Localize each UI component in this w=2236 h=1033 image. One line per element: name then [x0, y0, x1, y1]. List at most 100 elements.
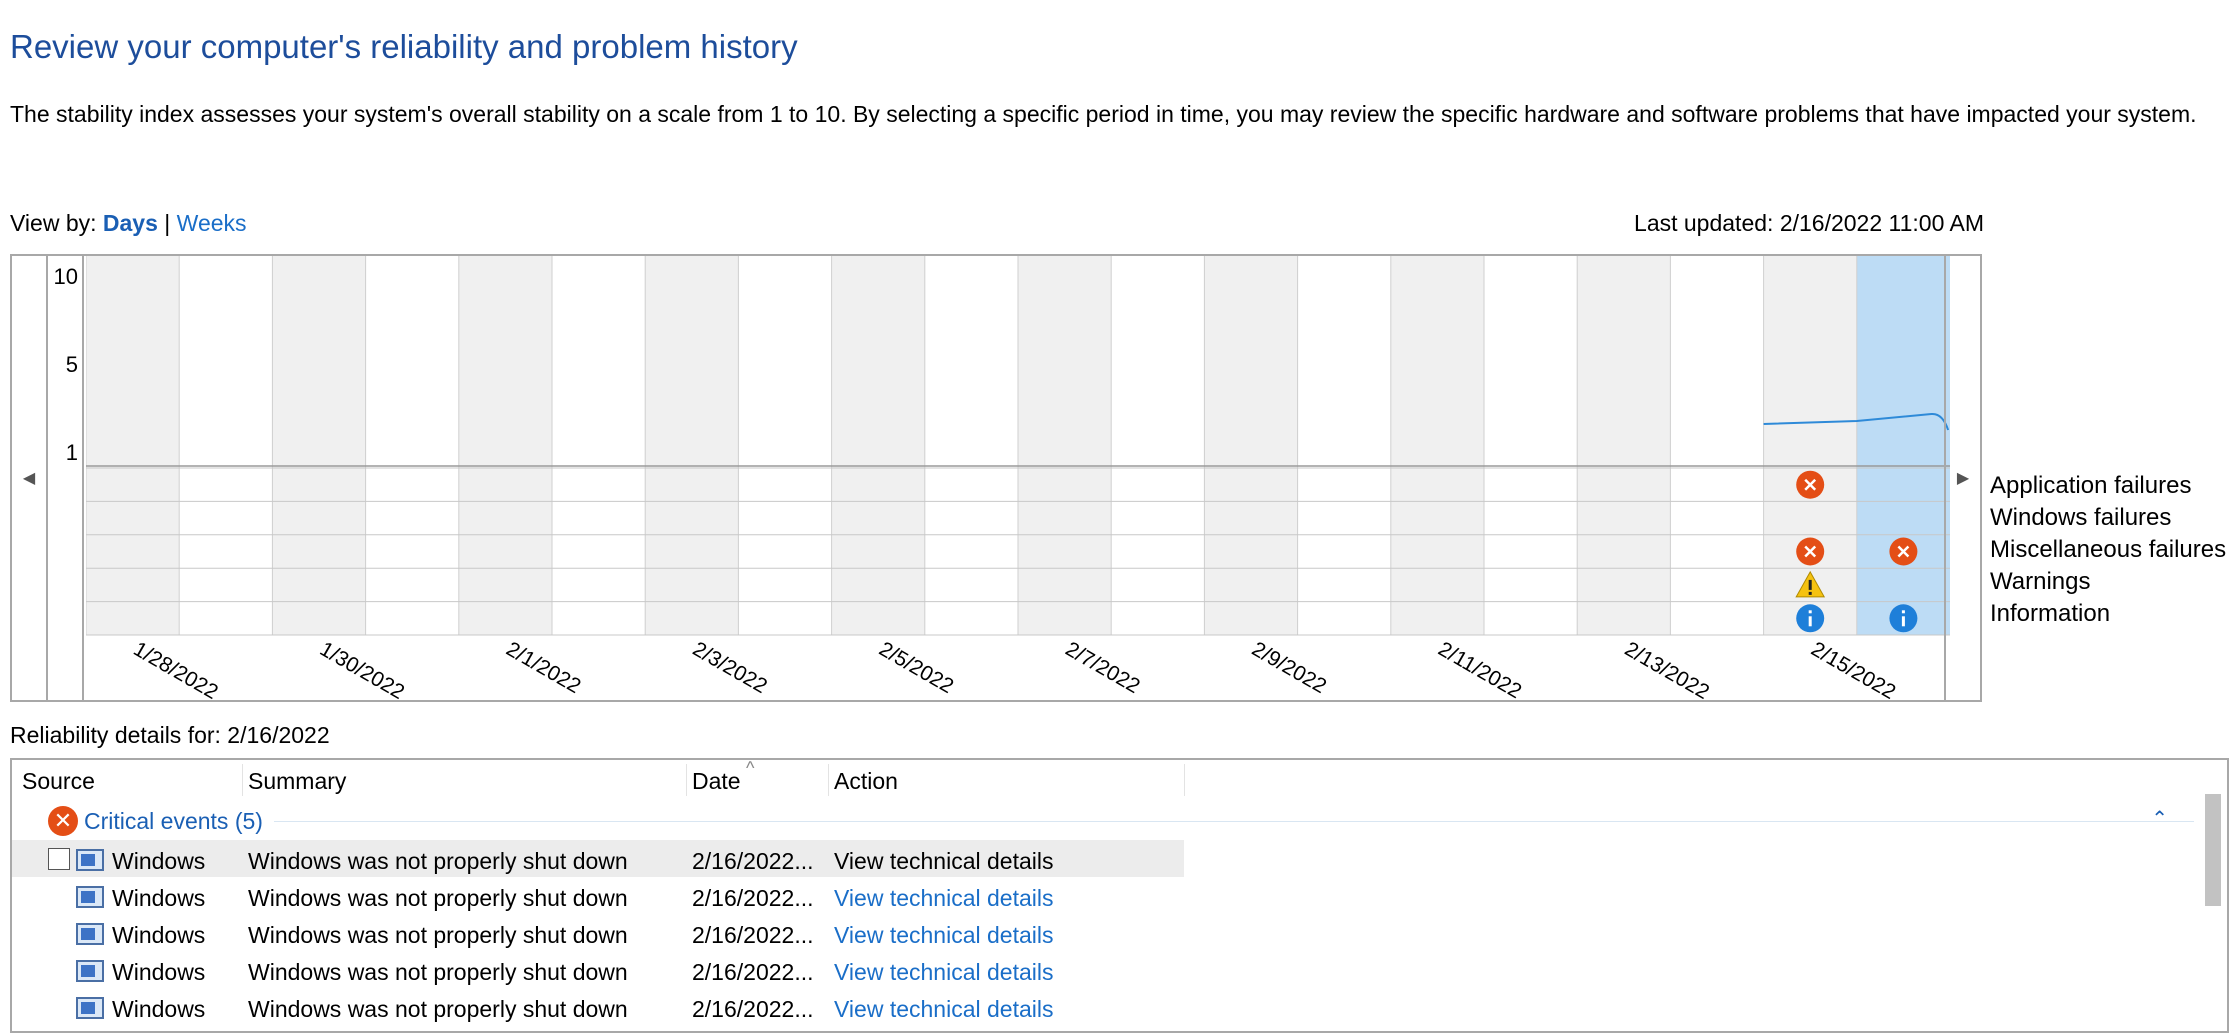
- row-source: Windows: [112, 885, 206, 911]
- chart-grid[interactable]: 1/28/2022 1/30/2022 2/1/2022 2/3/2022 2/5/20…: [86, 256, 1950, 700]
- legend-information: Information: [1990, 600, 2111, 627]
- day-column[interactable]: [272, 256, 366, 635]
- group-critical-events[interactable]: ✕ Critical events (5) ⌃: [12, 800, 2202, 836]
- row-source: Windows: [112, 959, 206, 985]
- last-updated: Last updated: 2/16/2022 11:00 AM: [1634, 210, 1984, 236]
- column-divider: [242, 764, 243, 796]
- page-title: Review your computer's reliability and p…: [10, 28, 798, 65]
- day-column[interactable]: [1577, 256, 1671, 635]
- legend-warnings: Warnings: [1990, 568, 2091, 595]
- view-technical-details-link[interactable]: View technical details: [834, 922, 1053, 949]
- legend-misc-failures: Miscellaneous failures: [1990, 536, 2227, 563]
- details-table: Source Summary Date ^ Action ✕ Critical …: [10, 758, 2229, 1033]
- sort-ascending-icon: ^: [746, 758, 755, 778]
- day-column[interactable]: [1297, 256, 1391, 635]
- view-by-label: View by:: [10, 210, 97, 236]
- page-description: The stability index assesses your system…: [10, 101, 2197, 127]
- day-column[interactable]: [458, 256, 552, 635]
- y-axis: 10 5 1: [48, 256, 84, 700]
- table-row[interactable]: Windows Windows was not properly shut dow…: [12, 951, 1184, 988]
- date-label: 2/5/2022: [875, 637, 957, 698]
- date-label: 1/28/2022: [130, 637, 222, 700]
- windows-source-icon: [76, 960, 104, 982]
- group-divider: [274, 821, 2194, 822]
- day-column[interactable]: [924, 256, 1018, 635]
- info-icon-dot: [1901, 610, 1905, 614]
- col-action[interactable]: Action: [834, 768, 898, 795]
- windows-source-icon: [76, 849, 104, 871]
- y-tick-1: 1: [65, 440, 78, 465]
- table-row[interactable]: Windows Windows was not properly shut dow…: [12, 914, 1184, 951]
- windows-source-icon: [76, 997, 104, 1019]
- col-summary[interactable]: Summary: [248, 768, 346, 795]
- y-tick-5: 5: [65, 352, 78, 377]
- warning-icon-dot: [1808, 591, 1812, 595]
- info-icon-bar: [1901, 616, 1905, 627]
- view-technical-details-link[interactable]: View technical details: [834, 885, 1053, 912]
- view-by-separator: |: [164, 210, 171, 236]
- table-row[interactable]: Windows Windows was not properly shut dow…: [12, 877, 1184, 914]
- day-column[interactable]: [1390, 256, 1484, 635]
- day-column[interactable]: [1484, 256, 1578, 635]
- date-label: 2/3/2022: [689, 637, 771, 698]
- day-column[interactable]: [1856, 256, 1950, 635]
- row-source: Windows: [112, 848, 206, 874]
- warning-icon-bar: [1808, 579, 1812, 590]
- day-column[interactable]: [645, 256, 739, 635]
- date-label: 2/11/2022: [1434, 637, 1525, 700]
- view-technical-details-link[interactable]: View technical details: [834, 848, 1053, 875]
- column-divider: [686, 764, 687, 796]
- day-column[interactable]: [179, 256, 273, 635]
- day-column[interactable]: [1204, 256, 1298, 635]
- column-divider: [828, 764, 829, 796]
- windows-source-icon: [76, 886, 104, 908]
- row-source: Windows: [112, 996, 206, 1022]
- row-summary: Windows was not properly shut down: [248, 922, 628, 948]
- vertical-scrollbar[interactable]: [2203, 794, 2223, 1030]
- date-label: 1/30/2022: [316, 637, 408, 700]
- row-checkbox[interactable]: [48, 848, 70, 870]
- table-header: Source Summary Date ^ Action: [12, 758, 1185, 800]
- row-date: 2/16/2022...: [692, 996, 814, 1022]
- scroll-left-button[interactable]: ◀: [12, 256, 48, 700]
- col-source[interactable]: Source: [22, 768, 95, 795]
- day-column[interactable]: [738, 256, 832, 635]
- legend-application-failures: Application failures: [1990, 472, 2192, 499]
- view-technical-details-link[interactable]: View technical details: [834, 996, 1053, 1023]
- date-label: 2/9/2022: [1248, 637, 1330, 698]
- day-column[interactable]: [552, 256, 646, 635]
- group-title: Critical events (5): [84, 808, 263, 834]
- row-source: Windows: [112, 922, 206, 948]
- scrollbar-thumb[interactable]: [2205, 794, 2221, 906]
- legend-windows-failures: Windows failures: [1990, 504, 2172, 531]
- row-date: 2/16/2022...: [692, 959, 814, 985]
- row-date: 2/16/2022...: [692, 922, 814, 948]
- day-column[interactable]: [365, 256, 459, 635]
- reliability-details-label: Reliability details for: 2/16/2022: [10, 722, 330, 748]
- chevron-up-icon[interactable]: ⌃: [2151, 806, 2168, 831]
- scroll-right-button[interactable]: ▶: [1944, 256, 1980, 700]
- table-row[interactable]: Windows Windows was not properly shut dow…: [12, 988, 1184, 1025]
- row-date: 2/16/2022...: [692, 848, 814, 874]
- table-row[interactable]: Windows Windows was not properly shut dow…: [12, 840, 1184, 877]
- day-column[interactable]: [831, 256, 925, 635]
- reliability-chart: ◀ 10 5 1 1/28/2022 1/30/2022 2/1/2022 2/3/2…: [10, 254, 1982, 702]
- row-summary: Windows was not properly shut down: [248, 996, 628, 1022]
- date-label: 2/1/2022: [502, 637, 584, 698]
- view-days-link[interactable]: Days: [103, 210, 158, 236]
- day-column[interactable]: [1018, 256, 1112, 635]
- chevron-right-icon: ▶: [1956, 470, 1970, 487]
- row-summary: Windows was not properly shut down: [248, 848, 628, 874]
- windows-source-icon: [76, 923, 104, 945]
- info-icon-bar: [1808, 616, 1812, 627]
- row-date: 2/16/2022...: [692, 885, 814, 911]
- day-column[interactable]: [1111, 256, 1205, 635]
- day-column[interactable]: [86, 256, 180, 635]
- col-date[interactable]: Date: [692, 768, 741, 795]
- info-icon-dot: [1808, 610, 1812, 614]
- day-column[interactable]: [1670, 256, 1764, 635]
- chevron-left-icon: ◀: [22, 470, 36, 487]
- view-weeks-link[interactable]: Weeks: [177, 210, 247, 236]
- view-technical-details-link[interactable]: View technical details: [834, 959, 1053, 986]
- view-by: View by: Days | Weeks: [10, 210, 247, 237]
